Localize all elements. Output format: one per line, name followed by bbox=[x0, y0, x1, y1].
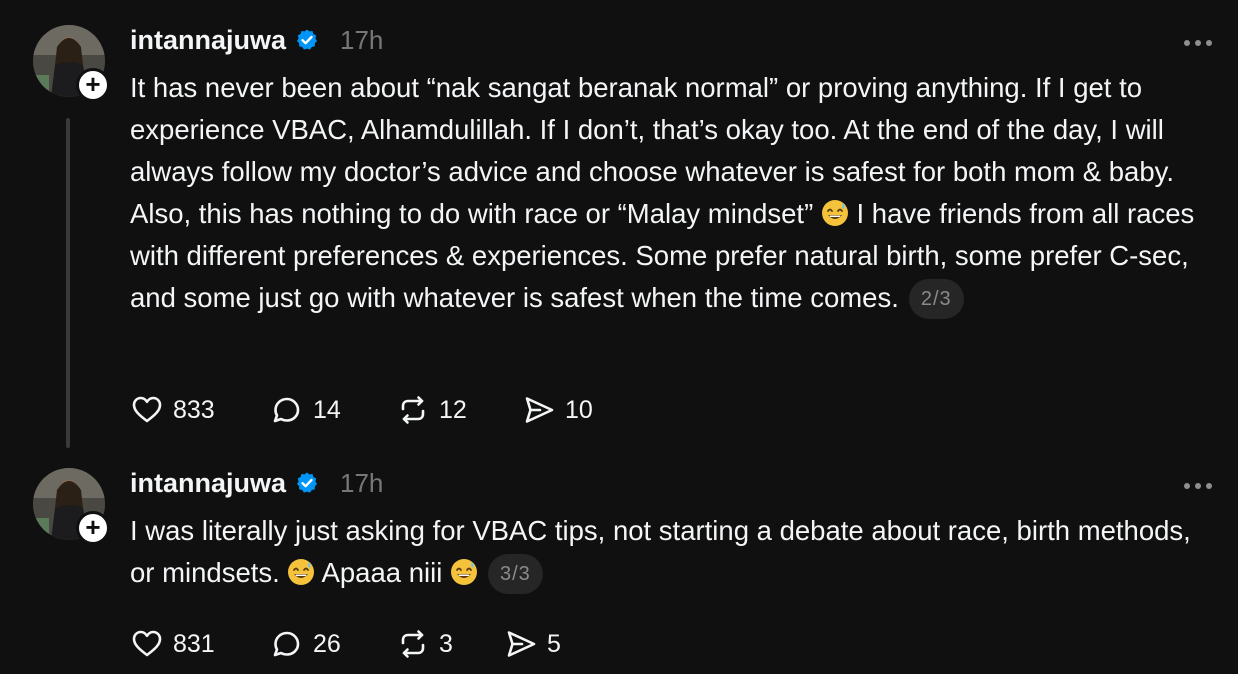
more-options-icon[interactable] bbox=[1184, 34, 1212, 52]
timestamp[interactable]: 17h bbox=[340, 25, 383, 56]
grinning-sweat-emoji bbox=[821, 199, 849, 227]
more-options-icon[interactable] bbox=[1184, 477, 1212, 495]
grinning-sweat-emoji bbox=[287, 558, 315, 586]
post-text: I was literally just asking for VBAC tip… bbox=[130, 510, 1215, 594]
reply-count: 26 bbox=[313, 629, 341, 658]
share-count: 5 bbox=[547, 629, 561, 658]
post-text: It has never been about “nak sangat bera… bbox=[130, 67, 1215, 319]
post-actions: 831 26 3 5 bbox=[130, 624, 561, 664]
post-header: intannajuwa 17h bbox=[130, 22, 383, 58]
share-count: 10 bbox=[565, 395, 593, 424]
repost-count: 3 bbox=[439, 629, 453, 658]
like-button[interactable]: 831 bbox=[130, 627, 270, 661]
post-text-part: Apaaa niii bbox=[315, 557, 450, 588]
like-button[interactable]: 833 bbox=[130, 393, 270, 427]
repost-icon bbox=[401, 630, 425, 658]
share-icon bbox=[525, 397, 554, 423]
thread-counter-badge: 2/3 bbox=[908, 279, 964, 319]
reply-button[interactable]: 26 bbox=[270, 627, 396, 661]
post-actions: 833 14 12 10 bbox=[130, 390, 593, 430]
reply-button[interactable]: 14 bbox=[270, 393, 396, 427]
reply-bubble-icon bbox=[273, 397, 300, 423]
verified-badge-icon bbox=[295, 471, 319, 495]
username[interactable]: intannajuwa bbox=[130, 25, 286, 56]
share-button[interactable]: 10 bbox=[522, 393, 593, 427]
verified-badge-icon bbox=[295, 28, 319, 52]
repost-button[interactable]: 12 bbox=[396, 393, 522, 427]
thread-connector-line bbox=[66, 118, 70, 448]
username[interactable]: intannajuwa bbox=[130, 468, 286, 499]
reply-count: 14 bbox=[313, 395, 341, 424]
heart-icon bbox=[132, 630, 162, 657]
share-button[interactable]: 5 bbox=[504, 627, 561, 661]
grinning-sweat-emoji bbox=[450, 558, 478, 586]
thread-post: + intannajuwa 17h I was literally just a… bbox=[0, 455, 1238, 674]
repost-button[interactable]: 3 bbox=[396, 627, 504, 661]
repost-icon bbox=[401, 396, 425, 424]
like-count: 831 bbox=[173, 629, 215, 658]
timestamp[interactable]: 17h bbox=[340, 468, 383, 499]
follow-plus-icon[interactable]: + bbox=[76, 511, 110, 545]
repost-count: 12 bbox=[439, 395, 467, 424]
thread-post: + intannajuwa 17h It has never been abou… bbox=[0, 0, 1238, 455]
follow-plus-icon[interactable]: + bbox=[76, 68, 110, 102]
reply-bubble-icon bbox=[273, 631, 300, 657]
share-icon bbox=[507, 631, 536, 657]
thread-counter-badge: 3/3 bbox=[487, 554, 543, 594]
like-count: 833 bbox=[173, 395, 215, 424]
heart-icon bbox=[132, 396, 162, 423]
post-header: intannajuwa 17h bbox=[130, 465, 383, 501]
